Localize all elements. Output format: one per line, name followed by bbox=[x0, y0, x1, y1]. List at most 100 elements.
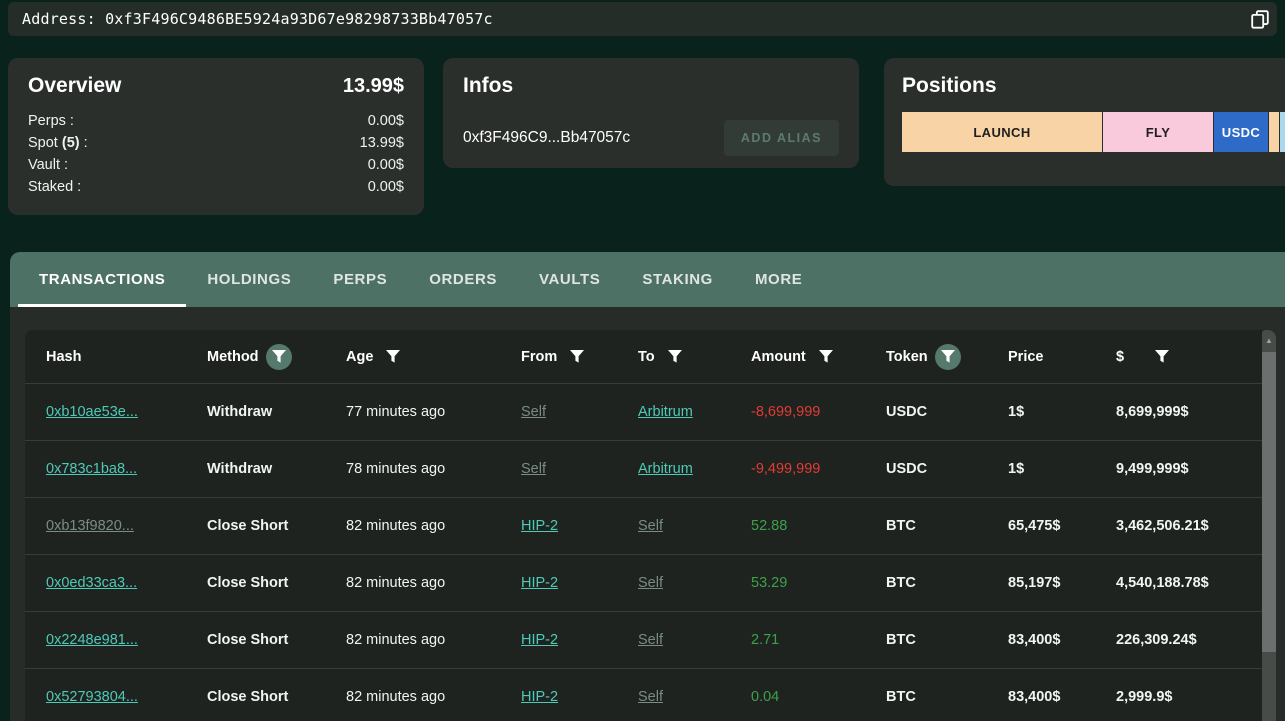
tx-token: BTC bbox=[886, 575, 916, 591]
infos-address-short: 0xf3F496C9...Bb47057c bbox=[463, 129, 631, 146]
tx-method: Withdraw bbox=[207, 404, 273, 420]
table-scrollbar[interactable]: ▲ bbox=[1262, 330, 1276, 721]
tx-from-link[interactable]: HIP-2 bbox=[521, 575, 558, 591]
address-bar: Address: 0xf3F496C9486BE5924a93D67e98298… bbox=[8, 2, 1277, 36]
tx-from-link[interactable]: Self bbox=[521, 404, 546, 420]
overview-title: Overview bbox=[28, 74, 122, 97]
position-segment-usdc[interactable]: USDC bbox=[1214, 112, 1269, 152]
transactions-table: Hash Method Age From To Amount Token Pri… bbox=[25, 330, 1276, 721]
positions-segment-bar: LAUNCH FLY USDC bbox=[902, 112, 1285, 152]
tx-usd: 8,699,999$ bbox=[1116, 404, 1189, 420]
method-filter-icon[interactable] bbox=[265, 343, 292, 370]
amount-filter-icon[interactable] bbox=[813, 344, 839, 370]
tx-to-link[interactable]: Self bbox=[638, 518, 663, 534]
staked-label: Staked : bbox=[28, 179, 82, 195]
vault-value: 0.00$ bbox=[367, 157, 404, 173]
usd-filter-icon[interactable] bbox=[1149, 344, 1175, 370]
overview-row-vault: Vault : 0.00$ bbox=[28, 154, 404, 176]
spot-label: Spot (5) : bbox=[28, 135, 88, 151]
spot-count: (5) bbox=[61, 135, 80, 151]
tab-transactions[interactable]: TRANSACTIONS bbox=[18, 252, 187, 307]
tx-method: Close Short bbox=[207, 632, 289, 648]
tx-age: 78 minutes ago bbox=[346, 461, 446, 477]
tx-method: Close Short bbox=[207, 689, 289, 705]
col-method: Method bbox=[207, 348, 259, 365]
col-usd: $ bbox=[1116, 348, 1125, 365]
table-row: 0x0ed33ca3... Close Short 82 minutes ago… bbox=[25, 554, 1276, 611]
scrollbar-thumb[interactable] bbox=[1262, 352, 1276, 652]
tab-orders[interactable]: ORDERS bbox=[408, 252, 518, 307]
tx-method: Close Short bbox=[207, 575, 289, 591]
address-text: Address: 0xf3F496C9486BE5924a93D67e98298… bbox=[22, 10, 493, 28]
position-segment-fly[interactable]: FLY bbox=[1103, 112, 1214, 152]
tx-hash-link[interactable]: 0x2248e981... bbox=[46, 632, 138, 648]
tx-hash-link[interactable]: 0xb13f9820... bbox=[46, 518, 134, 534]
tx-price: 83,400$ bbox=[1008, 689, 1061, 705]
infos-card: Infos 0xf3F496C9...Bb47057c ADD ALIAS bbox=[443, 58, 859, 168]
overview-row-perps: Perps : 0.00$ bbox=[28, 110, 404, 132]
token-filter-icon[interactable] bbox=[934, 343, 961, 370]
table-row: 0x52793804... Close Short 82 minutes ago… bbox=[25, 668, 1276, 721]
from-filter-icon[interactable] bbox=[564, 344, 590, 370]
transactions-panel: Hash Method Age From To Amount Token Pri… bbox=[10, 307, 1285, 721]
age-filter-icon[interactable] bbox=[380, 344, 406, 370]
tab-holdings[interactable]: HOLDINGS bbox=[186, 252, 312, 307]
tab-perps[interactable]: PERPS bbox=[312, 252, 408, 307]
staked-value: 0.00$ bbox=[367, 179, 404, 195]
overview-total-value: 13.99$ bbox=[342, 75, 404, 97]
tx-hash-link[interactable]: 0x0ed33ca3... bbox=[46, 575, 137, 591]
tx-to-link[interactable]: Arbitrum bbox=[638, 461, 693, 477]
tx-token: USDC bbox=[886, 461, 928, 477]
tx-age: 82 minutes ago bbox=[346, 518, 446, 534]
tab-vaults[interactable]: VAULTS bbox=[518, 252, 621, 307]
tx-to-link[interactable]: Self bbox=[638, 689, 663, 705]
tx-amount: 52.88 bbox=[751, 518, 788, 534]
tx-token: BTC bbox=[886, 518, 916, 534]
tx-amount: 0.04 bbox=[751, 689, 780, 705]
tx-to-link[interactable]: Self bbox=[638, 632, 663, 648]
tx-from-link[interactable]: HIP-2 bbox=[521, 518, 558, 534]
tx-hash-link[interactable]: 0x783c1ba8... bbox=[46, 461, 137, 477]
overview-row-spot: Spot (5) : 13.99$ bbox=[28, 132, 404, 154]
tx-from-link[interactable]: HIP-2 bbox=[521, 632, 558, 648]
spot-value: 13.99$ bbox=[359, 135, 404, 151]
position-segment-launch[interactable]: LAUNCH bbox=[902, 112, 1103, 152]
tab-staking[interactable]: STAKING bbox=[621, 252, 734, 307]
tx-token: USDC bbox=[886, 404, 928, 420]
tx-age: 77 minutes ago bbox=[346, 404, 446, 420]
table-row: 0x2248e981... Close Short 82 minutes ago… bbox=[25, 611, 1276, 668]
tx-hash-link[interactable]: 0xb10ae53e... bbox=[46, 404, 138, 420]
tx-to-link[interactable]: Arbitrum bbox=[638, 404, 693, 420]
tx-to-link[interactable]: Self bbox=[638, 575, 663, 591]
col-from: From bbox=[521, 348, 558, 365]
table-row: 0xb10ae53e... Withdraw 77 minutes ago Se… bbox=[25, 383, 1276, 440]
add-alias-button[interactable]: ADD ALIAS bbox=[723, 120, 839, 156]
tx-price: 1$ bbox=[1008, 404, 1025, 420]
tx-from-link[interactable]: HIP-2 bbox=[521, 689, 558, 705]
tx-from-link[interactable]: Self bbox=[521, 461, 546, 477]
perps-value: 0.00$ bbox=[367, 113, 404, 129]
tx-age: 82 minutes ago bbox=[346, 632, 446, 648]
overview-card: Overview 13.99$ Perps : 0.00$ Spot (5) :… bbox=[8, 58, 424, 215]
vault-label: Vault : bbox=[28, 157, 69, 173]
tx-price: 83,400$ bbox=[1008, 632, 1061, 648]
position-segment-extra[interactable] bbox=[1269, 112, 1280, 152]
table-row: 0xb13f9820... Close Short 82 minutes ago… bbox=[25, 497, 1276, 554]
tx-price: 65,475$ bbox=[1008, 518, 1061, 534]
tab-more[interactable]: MORE bbox=[734, 252, 823, 307]
positions-card: Positions LAUNCH FLY USDC bbox=[884, 58, 1285, 186]
tx-usd: 4,540,188.78$ bbox=[1116, 575, 1209, 591]
to-filter-icon[interactable] bbox=[662, 344, 688, 370]
tx-hash-link[interactable]: 0x52793804... bbox=[46, 689, 138, 705]
perps-label: Perps : bbox=[28, 113, 74, 129]
scrollbar-up-arrow-icon[interactable]: ▲ bbox=[1262, 330, 1276, 350]
tab-bar: TRANSACTIONS HOLDINGS PERPS ORDERS VAULT… bbox=[10, 252, 1285, 307]
tx-usd: 9,499,999$ bbox=[1116, 461, 1189, 477]
position-segment-extra2[interactable] bbox=[1280, 112, 1285, 152]
copy-address-button[interactable] bbox=[1245, 4, 1275, 34]
table-header-row: Hash Method Age From To Amount Token Pri… bbox=[25, 330, 1276, 383]
tx-amount: -8,699,999 bbox=[751, 404, 821, 420]
infos-title: Infos bbox=[463, 74, 514, 97]
tx-usd: 226,309.24$ bbox=[1116, 632, 1197, 648]
tx-amount: 53.29 bbox=[751, 575, 788, 591]
